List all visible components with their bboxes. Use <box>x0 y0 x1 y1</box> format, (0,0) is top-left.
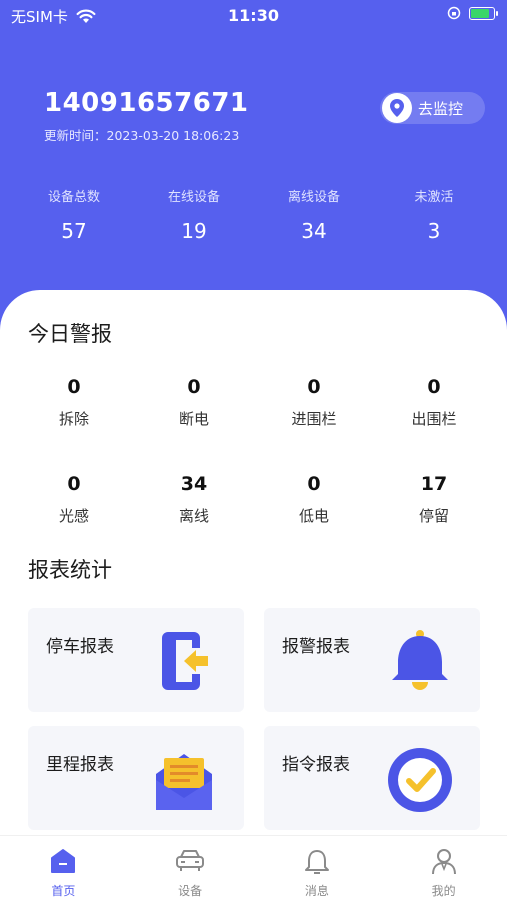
tab-devices[interactable]: 设备 <box>127 836 254 900</box>
status-time: 11:30 <box>228 6 279 25</box>
status-bar: 无SIM卡 11:30 <box>0 0 507 32</box>
check-circle-icon <box>388 748 452 812</box>
alarm-item[interactable]: 0 进围栏 <box>254 376 374 429</box>
stat-total[interactable]: 设备总数 57 <box>14 186 134 243</box>
alarm-grid: 0 拆除 0 断电 0 进围栏 0 出围栏 0 光感 34 离线 0 低电 17 停留 <box>14 376 494 526</box>
device-stats: 设备总数 57 在线设备 19 离线设备 34 未激活 3 <box>14 186 494 243</box>
header-banner: 无SIM卡 11:30 14091657671 更新时间：2023-03-20 … <box>0 0 507 340</box>
alarm-item[interactable]: 0 光感 <box>14 473 134 526</box>
mileage-report-card[interactable]: 里程报表 <box>28 726 244 830</box>
go-monitor-label: 去监控 <box>418 99 464 118</box>
alarm-item[interactable]: 0 断电 <box>134 376 254 429</box>
parking-report-card[interactable]: 停车报表 <box>28 608 244 712</box>
user-icon <box>431 849 456 875</box>
tab-profile[interactable]: 我的 <box>380 836 507 900</box>
home-icon <box>51 849 76 873</box>
alarm-item[interactable]: 0 拆除 <box>14 376 134 429</box>
alarm-item[interactable]: 0 出围栏 <box>374 376 494 429</box>
bell-icon <box>392 630 448 690</box>
stat-online[interactable]: 在线设备 19 <box>134 186 254 243</box>
bell-outline-icon <box>304 850 329 874</box>
parking-exit-icon <box>162 632 208 690</box>
tab-messages[interactable]: 消息 <box>254 836 381 900</box>
stat-offline[interactable]: 离线设备 34 <box>254 186 374 243</box>
go-monitor-button[interactable]: 去监控 <box>380 92 485 124</box>
alarm-item[interactable]: 34 离线 <box>134 473 254 526</box>
update-time: 更新时间：2023-03-20 18:06:23 <box>44 128 240 143</box>
command-report-card[interactable]: 指令报表 <box>264 726 480 830</box>
stat-inactive[interactable]: 未激活 3 <box>374 186 494 243</box>
account-number: 14091657671 <box>44 88 249 118</box>
alarm-report-card[interactable]: 报警报表 <box>264 608 480 712</box>
bottom-tab-bar: 首页 设备 消息 我的 <box>0 835 507 900</box>
car-icon <box>176 850 205 871</box>
orientation-lock-icon <box>447 6 461 20</box>
tab-home[interactable]: 首页 <box>0 836 127 900</box>
alarm-item[interactable]: 0 低电 <box>254 473 374 526</box>
main-card: 今日警报 0 拆除 0 断电 0 进围栏 0 出围栏 0 光感 34 离线 0 低电 17 停留… <box>0 290 507 835</box>
location-pin-icon <box>390 99 404 117</box>
report-section-title: 报表统计 <box>28 558 112 582</box>
alarm-section-title: 今日警报 <box>28 322 112 346</box>
alarm-item[interactable]: 17 停留 <box>374 473 494 526</box>
envelope-icon <box>156 754 212 810</box>
battery-icon <box>469 6 498 20</box>
